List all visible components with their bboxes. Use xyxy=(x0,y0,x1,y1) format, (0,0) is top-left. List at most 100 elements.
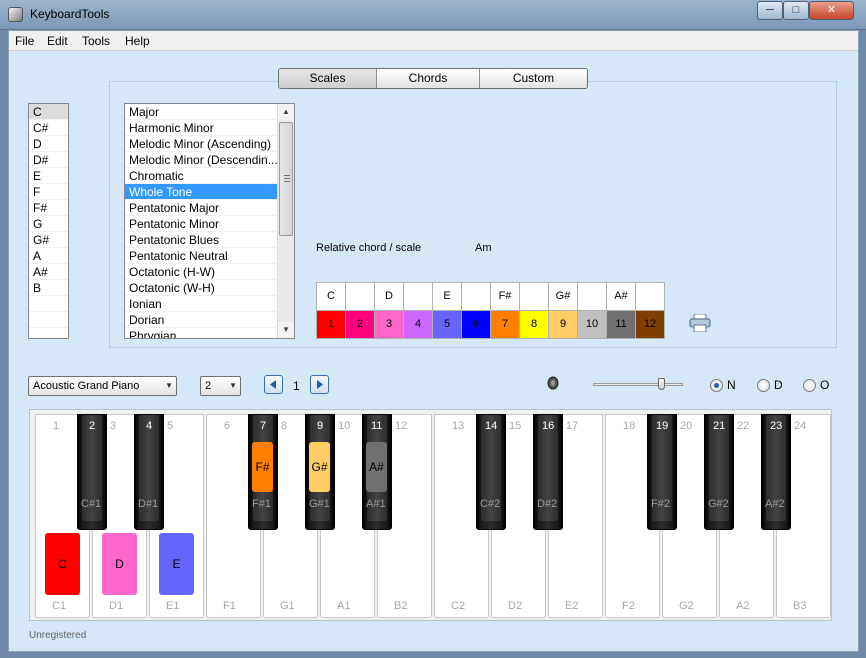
next-page-button[interactable] xyxy=(310,375,329,394)
grid-note-label xyxy=(578,283,607,311)
root-note-list[interactable]: C C# D D# E F F# G G# A A# B xyxy=(28,103,69,339)
root-note-item[interactable]: G# xyxy=(29,232,68,248)
key-number: 18 xyxy=(623,420,636,432)
scale-item[interactable]: Chromatic xyxy=(125,168,278,184)
close-button[interactable]: ✕ xyxy=(809,1,854,20)
minimize-button[interactable]: ─ xyxy=(757,1,783,20)
root-note-item[interactable]: F# xyxy=(29,200,68,216)
menu-file[interactable]: File xyxy=(15,34,34,48)
scale-item[interactable]: Major xyxy=(125,104,278,120)
volume-slider-track[interactable] xyxy=(593,383,683,386)
root-note-item[interactable]: D# xyxy=(29,152,68,168)
radio-d-label: D xyxy=(774,378,783,392)
grid-color-cell[interactable]: 7 xyxy=(491,311,520,339)
grid-color-cell[interactable]: 1 xyxy=(317,311,346,339)
menu-edit[interactable]: Edit xyxy=(47,34,68,48)
grid-color-cell[interactable]: 9 xyxy=(549,311,578,339)
grid-color-cell[interactable]: 6 xyxy=(462,311,491,339)
scroll-thumb[interactable] xyxy=(279,122,293,236)
scale-item[interactable]: Melodic Minor (Descendin... xyxy=(125,152,278,168)
root-note-item[interactable]: E xyxy=(29,168,68,184)
tab-custom[interactable]: Custom xyxy=(480,69,587,88)
root-note-item[interactable]: C# xyxy=(29,120,68,136)
scale-note-marker: D xyxy=(102,533,137,595)
chevron-down-icon: ▼ xyxy=(165,381,173,390)
printer-icon[interactable] xyxy=(689,314,711,332)
key-number: 5 xyxy=(167,420,174,432)
grid-note-label: G# xyxy=(549,283,578,311)
key-note-label: D2 xyxy=(508,600,523,612)
scale-item[interactable]: Octatonic (W-H) xyxy=(125,280,278,296)
scale-item[interactable]: Whole Tone xyxy=(125,184,278,200)
key-note-label: C2 xyxy=(451,600,466,612)
grid-color-cell[interactable]: 8 xyxy=(520,311,549,339)
scale-item[interactable]: Pentatonic Major xyxy=(125,200,278,216)
scale-list-scrollbar[interactable]: ▲ ▼ xyxy=(277,104,294,338)
root-note-item[interactable]: G xyxy=(29,216,68,232)
relative-value: Am xyxy=(475,242,492,254)
key-number: 4 xyxy=(146,420,153,432)
root-note-item[interactable]: A xyxy=(29,248,68,264)
key-note-label: F1 xyxy=(223,600,236,612)
scale-item[interactable]: Melodic Minor (Ascending) xyxy=(125,136,278,152)
root-note-item[interactable]: A# xyxy=(29,264,68,280)
scale-item[interactable]: Pentatonic Blues xyxy=(125,232,278,248)
status-text: Unregistered xyxy=(29,630,87,641)
scale-item[interactable]: Pentatonic Neutral xyxy=(125,248,278,264)
grid-color-cell[interactable]: 10 xyxy=(578,311,607,339)
scroll-up-icon[interactable]: ▲ xyxy=(278,104,294,120)
scale-note-marker: A# xyxy=(366,442,387,492)
scroll-down-icon[interactable]: ▼ xyxy=(278,322,294,338)
scale-item[interactable]: Octatonic (H-W) xyxy=(125,264,278,280)
key-note-label: C1 xyxy=(52,600,67,612)
root-note-item[interactable]: C xyxy=(29,104,68,120)
root-note-item[interactable]: D xyxy=(29,136,68,152)
grid-note-label xyxy=(520,283,549,311)
tab-chords[interactable]: Chords xyxy=(377,69,480,88)
scale-item[interactable]: Harmonic Minor xyxy=(125,120,278,136)
maximize-button[interactable]: □ xyxy=(783,1,809,20)
instrument-select[interactable]: Acoustic Grand Piano ▼ xyxy=(28,376,177,396)
scale-list[interactable]: Major Harmonic Minor Melodic Minor (Ascend… xyxy=(124,103,295,339)
key-note-label: F#1 xyxy=(252,498,271,510)
radio-d[interactable] xyxy=(757,379,770,392)
grip-line-icon xyxy=(284,181,290,182)
scale-item[interactable]: Dorian xyxy=(125,312,278,328)
radio-o[interactable] xyxy=(803,379,816,392)
mode-tabs: Scales Chords Custom xyxy=(278,68,588,89)
key-number: 11 xyxy=(371,420,383,432)
key-number: 7 xyxy=(260,420,267,432)
grid-color-cell[interactable]: 2 xyxy=(346,311,375,339)
tab-scales[interactable]: Scales xyxy=(279,69,377,88)
grid-color-cell[interactable]: 12 xyxy=(636,311,665,339)
key-note-label: D1 xyxy=(109,600,124,612)
piano-keyboard: 1 C1 3 D1 5 E1 6 F1 8 G1 10 A1 12 B2 13 C2 15 D2 17 E2 18 F2 2… xyxy=(29,409,832,621)
relative-label: Relative chord / scale xyxy=(316,242,422,254)
speaker-icon[interactable] xyxy=(547,376,559,390)
volume-slider-thumb[interactable] xyxy=(658,378,665,390)
octave-select[interactable]: 2 ▼ xyxy=(200,376,241,396)
prev-page-button[interactable] xyxy=(264,375,283,394)
scale-item[interactable]: Phrygian xyxy=(125,328,278,338)
key-note-label: A1 xyxy=(337,600,351,612)
root-note-item[interactable]: B xyxy=(29,280,68,296)
grid-color-cell[interactable]: 11 xyxy=(607,311,636,339)
grid-color-cell[interactable]: 3 xyxy=(375,311,404,339)
grid-note-label xyxy=(636,283,665,311)
arrow-right-icon xyxy=(317,380,323,389)
scale-item[interactable]: Ionian xyxy=(125,296,278,312)
scale-item[interactable]: Pentatonic Minor xyxy=(125,216,278,232)
grid-color-cell[interactable]: 4 xyxy=(404,311,433,339)
grid-note-label xyxy=(404,283,433,311)
menu-tools[interactable]: Tools xyxy=(82,34,110,48)
grid-color-cell[interactable]: 5 xyxy=(433,311,462,339)
root-note-item[interactable]: F xyxy=(29,184,68,200)
key-number: 8 xyxy=(281,420,288,432)
key-number: 9 xyxy=(317,420,324,432)
key-note-label: D#1 xyxy=(138,498,159,510)
radio-n[interactable] xyxy=(710,379,723,392)
menu-help[interactable]: Help xyxy=(125,34,150,48)
key-number: 17 xyxy=(566,420,579,432)
note-color-grid: C D E F# G# A# 1 2 3 4 5 6 7 8 9 10 11 12 xyxy=(316,282,665,339)
root-note-empty-row xyxy=(29,312,68,328)
